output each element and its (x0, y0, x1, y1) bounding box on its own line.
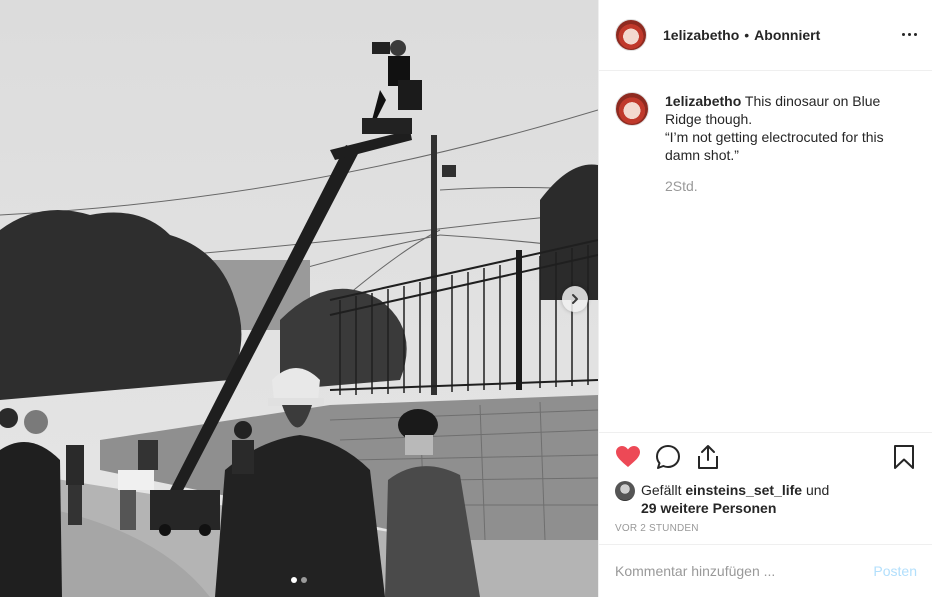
more-options-button[interactable] (899, 24, 919, 44)
avatar[interactable] (615, 19, 647, 51)
post-comment-button[interactable]: Posten (873, 563, 917, 579)
liker-avatar[interactable] (615, 481, 635, 501)
post-details-panel: 1elizabetho • Abonniert 1elizabetho This… (598, 0, 932, 597)
post-photo[interactable] (0, 0, 598, 597)
caption-line-1: This dinosaur on Blue (744, 93, 881, 109)
comment-button[interactable] (655, 444, 681, 470)
caption-username[interactable]: 1elizabetho (665, 93, 741, 109)
save-button[interactable] (891, 444, 917, 470)
follow-status-button[interactable]: Abonniert (754, 27, 820, 43)
next-photo-button[interactable] (562, 286, 588, 312)
post-actions-area: Gefällt einsteins_set_life und 29 weiter… (599, 432, 932, 544)
likes-prefix: Gefällt (641, 482, 682, 498)
share-button[interactable] (695, 444, 721, 470)
carousel-dot (301, 577, 307, 583)
bookmark-icon (894, 445, 914, 469)
comments-section: 1elizabetho This dinosaur on Blue Ridge … (599, 72, 932, 432)
liker-username[interactable]: einsteins_set_life (685, 482, 802, 498)
header-username[interactable]: 1elizabetho (663, 27, 739, 43)
likes-joiner: und (805, 482, 830, 498)
caption-time[interactable]: 2Std. (665, 178, 917, 194)
other-likers-link[interactable]: 29 weitere Personen (641, 500, 776, 516)
add-comment-bar: Posten (599, 544, 932, 597)
post-caption: 1elizabetho This dinosaur on Blue Ridge … (615, 92, 917, 164)
post-header: 1elizabetho • Abonniert (599, 0, 932, 71)
caption-avatar[interactable] (615, 92, 649, 126)
action-bar (615, 433, 917, 481)
likes-text: Gefällt einsteins_set_life und 29 weiter… (641, 481, 829, 517)
comment-icon (656, 445, 680, 469)
more-horizontal-icon (901, 32, 905, 36)
header-separator: • (744, 27, 750, 43)
carousel-indicator (0, 577, 598, 583)
likes-summary: Gefällt einsteins_set_life und 29 weiter… (615, 481, 917, 517)
film-set-photo (0, 0, 598, 597)
caption-line-2: Ridge though. (665, 111, 753, 127)
share-icon (698, 445, 718, 469)
post-timestamp[interactable]: VOR 2 STUNDEN (615, 523, 917, 534)
comment-input[interactable] (615, 563, 874, 579)
instagram-post: 1elizabetho • Abonniert 1elizabetho This… (0, 0, 932, 597)
carousel-dot-active (291, 577, 297, 583)
chevron-right-icon (572, 294, 578, 304)
caption-line-3: “I’m not getting electrocuted for this (665, 129, 884, 145)
like-button[interactable] (615, 444, 641, 470)
heart-filled-icon (616, 446, 640, 467)
caption-line-4: damn shot.” (665, 147, 739, 163)
caption-text: 1elizabetho This dinosaur on Blue Ridge … (665, 92, 917, 164)
